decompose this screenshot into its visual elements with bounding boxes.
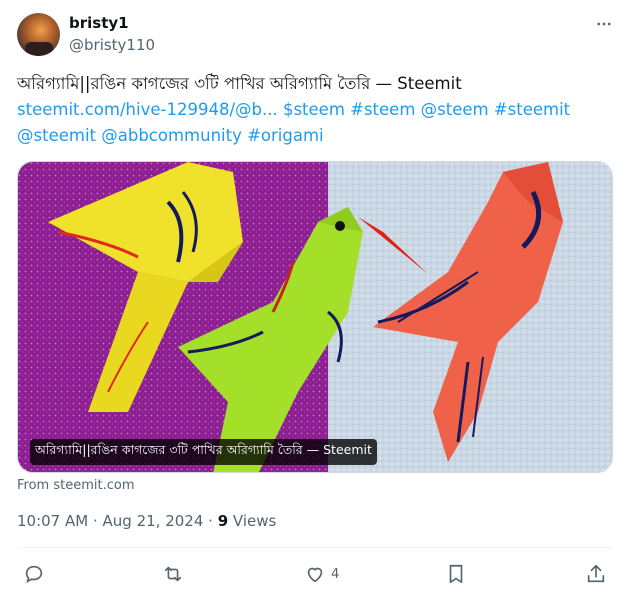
bookmark-icon bbox=[449, 564, 463, 584]
user-handle[interactable]: @bristy110 bbox=[69, 36, 155, 54]
post-links-line-3[interactable]: @steemit @abbcommunity #origami bbox=[17, 123, 617, 149]
post-text: অরিগ্যামি||রঙিন কাগজের ৩টি পাখির অরিগ্যা… bbox=[17, 71, 617, 149]
divider bbox=[17, 547, 613, 548]
tweet-card: bristy1 @bristy110 অরিগ্যামি||রঙিন কাগজে… bbox=[0, 0, 640, 595]
share-icon bbox=[587, 564, 605, 583]
action-bar: 4 bbox=[17, 557, 613, 591]
post-date[interactable]: Aug 21, 2024 bbox=[103, 512, 204, 530]
like-count: 4 bbox=[331, 566, 340, 582]
views-label: Views bbox=[228, 512, 277, 530]
link-preview-image[interactable]: অরিগ্যামি||রঙিন কাগজের ৩টি পাখির অরিগ্যা… bbox=[17, 161, 613, 473]
views-count: 9 bbox=[217, 512, 229, 530]
like-icon bbox=[307, 567, 323, 583]
like-button[interactable]: 4 bbox=[304, 557, 339, 591]
more-icon[interactable] bbox=[594, 14, 614, 34]
meta-separator: · bbox=[203, 512, 218, 530]
media-caption: অরিগ্যামি||রঙিন কাগজের ৩টি পাখির অরিগ্যা… bbox=[30, 439, 377, 465]
post-links-line-2[interactable]: steemit.com/hive-129948/@b... $steem #st… bbox=[17, 97, 617, 123]
origami-birds-image bbox=[18, 162, 612, 472]
post-time[interactable]: 10:07 AM bbox=[17, 512, 88, 530]
link-source[interactable]: From steemit.com bbox=[17, 478, 134, 493]
reply-icon bbox=[25, 565, 43, 583]
meta-separator: · bbox=[88, 512, 103, 530]
post-meta: 10:07 AM · Aug 21, 2024 · 9 Views bbox=[17, 512, 276, 530]
display-name[interactable]: bristy1 bbox=[69, 14, 129, 32]
repost-icon bbox=[164, 566, 182, 582]
post-text-line-1: অরিগ্যামি||রঙিন কাগজের ৩টি পাখির অরিগ্যা… bbox=[17, 74, 462, 93]
share-button[interactable] bbox=[585, 557, 607, 591]
avatar[interactable] bbox=[17, 13, 60, 56]
repost-button[interactable] bbox=[162, 557, 184, 591]
reply-button[interactable] bbox=[23, 557, 45, 591]
bookmark-button[interactable] bbox=[445, 557, 467, 591]
